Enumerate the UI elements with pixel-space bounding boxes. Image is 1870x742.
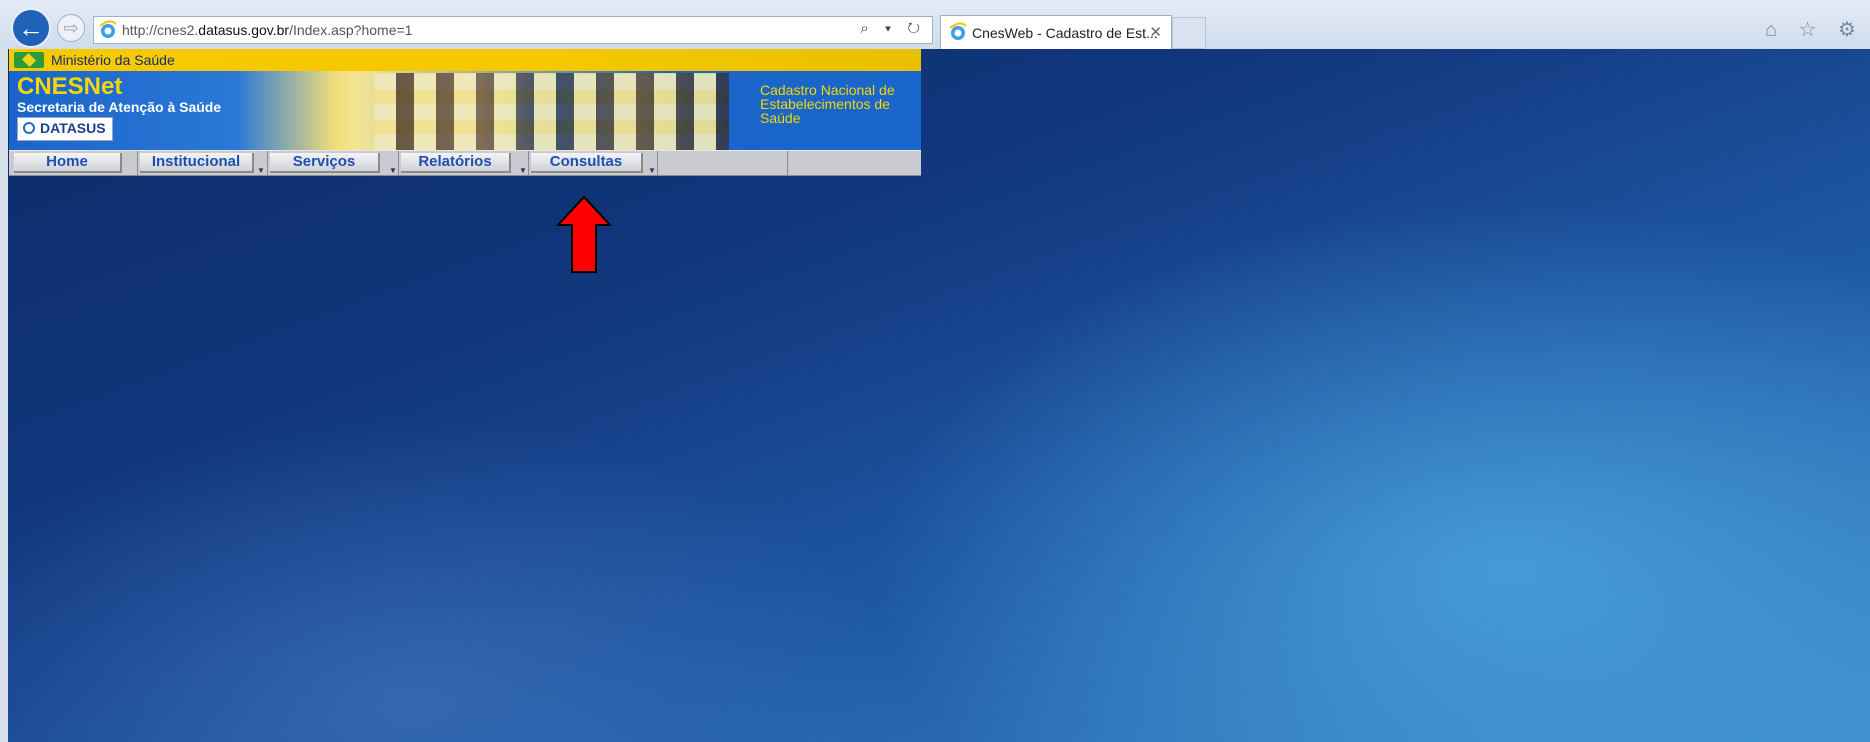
back-arrow-icon: ← bbox=[18, 12, 44, 43]
tagline-line-2: Estabelecimentos de bbox=[760, 96, 890, 112]
menu-separator bbox=[787, 151, 788, 175]
chevron-down-icon[interactable]: ▼ bbox=[519, 166, 527, 175]
menu-separator bbox=[398, 151, 399, 175]
tab-ie-icon bbox=[949, 22, 967, 40]
datasus-logo-text: DATASUS bbox=[40, 120, 106, 136]
url-domain: datasus.gov.br bbox=[198, 22, 290, 38]
menu-relatorios[interactable]: Relatórios bbox=[401, 153, 511, 173]
menu-separator bbox=[137, 151, 138, 175]
menu-home[interactable]: Home bbox=[14, 153, 122, 173]
menu-servicos[interactable]: Serviços bbox=[270, 153, 380, 173]
datasus-logo-icon bbox=[23, 122, 35, 134]
red-arrow-icon bbox=[556, 195, 612, 273]
home-favorites-settings-icons[interactable]: ⌂ ☆ ⚙ bbox=[1765, 17, 1864, 42]
datasus-logo: DATASUS bbox=[17, 117, 113, 141]
chevron-down-icon[interactable]: ▼ bbox=[257, 166, 265, 175]
banner: CNESNet Secretaria de Atenção à Saúde DA… bbox=[9, 71, 921, 150]
back-button[interactable]: ← bbox=[11, 8, 51, 48]
menu-consultas[interactable]: Consultas bbox=[531, 153, 643, 173]
site-subtitle: Secretaria de Atenção à Saúde bbox=[17, 99, 222, 115]
ministry-bar: Ministério da Saúde bbox=[9, 49, 921, 71]
menu-separator bbox=[657, 151, 658, 175]
browser-toolbar: ← ⇨ http://cnes2.datasus.gov.br/Index.as… bbox=[0, 0, 1870, 50]
cnes-header: Ministério da Saúde CNESNet Secretaria d… bbox=[9, 49, 921, 180]
address-bar[interactable]: http://cnes2.datasus.gov.br/Index.asp?ho… bbox=[93, 16, 933, 44]
menu-institucional[interactable]: Institucional bbox=[140, 153, 254, 173]
chevron-down-icon[interactable]: ▼ bbox=[648, 166, 656, 175]
url-suffix: /Index.asp?home=1 bbox=[289, 22, 413, 38]
site-title: CNESNet bbox=[17, 73, 123, 100]
menu-separator bbox=[267, 151, 268, 175]
tagline-line-1: Cadastro Nacional de bbox=[760, 82, 895, 98]
chevron-down-icon[interactable]: ▼ bbox=[389, 166, 397, 175]
search-refresh-icons[interactable]: ⌕ ▾ ↻ bbox=[860, 20, 926, 37]
close-tab-icon[interactable]: ✕ bbox=[1149, 23, 1162, 41]
new-tab-button[interactable] bbox=[1172, 17, 1206, 49]
ministry-label: Ministério da Saúde bbox=[51, 52, 175, 68]
menu-separator bbox=[528, 151, 529, 175]
brazil-flag-icon bbox=[14, 52, 44, 68]
photo-collage-image bbox=[374, 73, 729, 150]
browser-tab[interactable]: CnesWeb - Cadastro de Est... ✕ bbox=[940, 15, 1172, 49]
url-text[interactable]: http://cnes2.datasus.gov.br/Index.asp?ho… bbox=[122, 22, 412, 38]
window-border bbox=[0, 49, 8, 742]
forward-button[interactable]: ⇨ bbox=[57, 14, 85, 42]
tagline-line-3: Saúde bbox=[760, 110, 801, 126]
tagline: Cadastro Nacional de Estabelecimentos de… bbox=[760, 83, 915, 125]
url-prefix: http://cnes2. bbox=[122, 22, 199, 38]
ie-icon bbox=[99, 20, 117, 38]
tab-title: CnesWeb - Cadastro de Est... bbox=[972, 25, 1158, 41]
forward-arrow-icon: ⇨ bbox=[63, 17, 79, 38]
main-menu: Home Institucional ▼ Serviços ▼ Relatóri… bbox=[9, 150, 921, 176]
